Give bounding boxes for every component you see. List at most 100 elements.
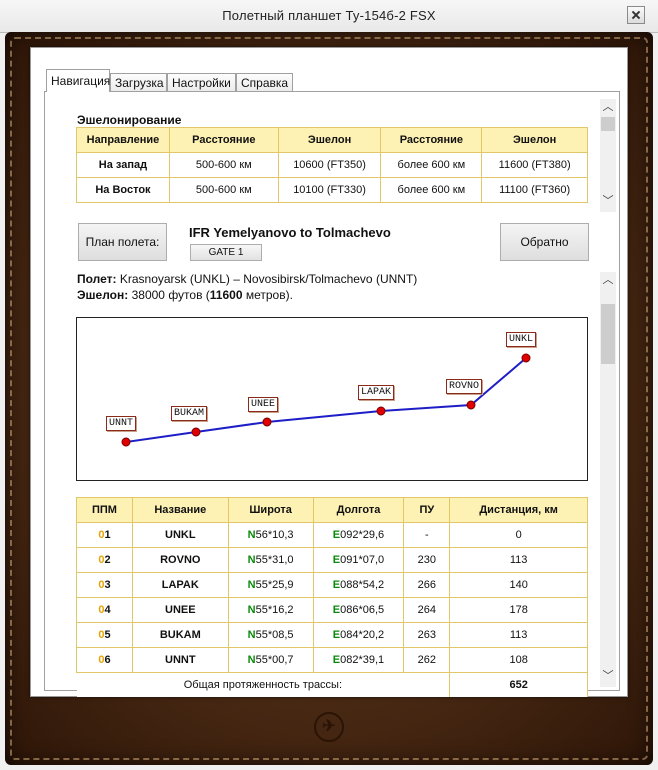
latitude: N55*16,2 <box>227 597 314 623</box>
flight-label: Полет: <box>77 272 117 286</box>
window-title: Полетный планшет Ту-154б-2 FSX <box>222 8 436 23</box>
close-icon[interactable] <box>627 6 645 24</box>
distance: 113 <box>449 622 588 648</box>
echelon-feet: 38000 футов ( <box>131 288 210 302</box>
scroll-thumb[interactable] <box>601 304 615 364</box>
col-header: Долгота <box>312 497 405 523</box>
longitude: E084*20,2 <box>312 622 405 648</box>
table-row: 03 LAPAK N55*25,9 E088*54,2 266 140 <box>76 572 588 598</box>
waypoint-marker-unee <box>262 417 272 427</box>
lon-value: 091*07,0 <box>340 554 385 566</box>
lon-value: 084*20,2 <box>340 629 385 641</box>
waypoint-name: BUKAM <box>131 622 229 648</box>
waypoint-marker-unnt <box>121 437 131 447</box>
chevron-up-icon[interactable]: ︿ <box>600 99 616 115</box>
flight-info: Полет: Krasnoyarsk (UNKL) – Novosibirsk/… <box>77 272 417 286</box>
lon-value: 092*29,6 <box>340 529 385 541</box>
echelon-scrollbar[interactable]: ︿ ﹀ <box>600 99 616 212</box>
table-cell: На запад <box>76 152 170 178</box>
echelon-label: Эшелон: <box>77 288 129 302</box>
col-header: Расстояние <box>380 127 483 153</box>
lat-value: 55*08,5 <box>255 629 294 641</box>
number-digit: 5 <box>104 629 111 641</box>
course: 264 <box>403 597 451 623</box>
lat-value: 55*25,9 <box>255 579 294 591</box>
latitude: N55*31,0 <box>227 547 314 573</box>
waypoint-label: UNEE <box>248 397 279 412</box>
lon-prefix: E <box>332 654 341 666</box>
lon-prefix: E <box>332 629 341 641</box>
course: 262 <box>403 647 451 673</box>
number-digit: 3 <box>104 579 111 591</box>
waypoint-label: BUKAM <box>171 406 208 421</box>
col-header: ПУ <box>403 497 451 523</box>
lat-value: 55*00,7 <box>255 654 294 666</box>
course: 266 <box>403 572 451 598</box>
col-header: Широта <box>227 497 314 523</box>
number-digit: 6 <box>104 654 111 666</box>
distance: 178 <box>449 597 588 623</box>
waypoints-table: ППМ Название Широта Долгота ПУ Дистанция… <box>76 497 588 697</box>
tablet-panel: Навигация Загрузка Настройки Справка Эше… <box>30 47 628 697</box>
reverse-button[interactable]: Обратно <box>500 223 589 261</box>
chevron-up-icon[interactable]: ︿ <box>600 272 616 288</box>
echelon-meters: 11600 <box>209 288 243 302</box>
waypoint-marker-lapak <box>376 406 386 416</box>
number-digit: 2 <box>104 554 111 566</box>
number-digit: 4 <box>104 604 111 616</box>
table-row: На Восток 500-600 км 10100 (FT330) более… <box>76 177 588 203</box>
lat-value: 56*10,3 <box>255 529 294 541</box>
chevron-down-icon[interactable]: ﹀ <box>600 193 616 209</box>
col-header: ППМ <box>76 497 133 523</box>
tab-settings[interactable]: Настройки <box>167 73 236 91</box>
waypoint-number: 01 <box>76 522 133 548</box>
waypoint-label: ROVNO <box>446 379 483 394</box>
col-header: Название <box>131 497 229 523</box>
waypoint-number: 05 <box>76 622 133 648</box>
flight-plan-button[interactable]: План полета: <box>78 223 167 261</box>
scroll-thumb[interactable] <box>601 117 615 131</box>
distance: 0 <box>449 522 588 548</box>
table-cell: 11600 (FT380) <box>481 152 588 178</box>
course: 263 <box>403 622 451 648</box>
tab-navigation[interactable]: Навигация <box>46 69 110 92</box>
tab-help[interactable]: Справка <box>236 73 293 91</box>
table-row: 04 UNEE N55*16,2 E086*06,5 264 178 <box>76 597 588 623</box>
col-header: Эшелон <box>481 127 588 153</box>
lat-prefix: N <box>247 629 256 641</box>
col-header: Расстояние <box>168 127 279 153</box>
total-value: 652 <box>449 672 588 697</box>
table-cell: более 600 км <box>380 177 483 203</box>
waypoint-label: UNNT <box>106 416 137 431</box>
flight-value: Krasnoyarsk (UNKL) – Novosibirsk/Tolmach… <box>119 272 418 286</box>
route-title: IFR Yemelyanovo to Tolmachevo <box>189 225 391 240</box>
distance: 108 <box>449 647 588 673</box>
number-digit: 1 <box>104 529 111 541</box>
latitude: N55*00,7 <box>227 647 314 673</box>
echelon-info: Эшелон: 38000 футов (11600 метров). <box>77 288 293 302</box>
lat-prefix: N <box>247 529 256 541</box>
table-cell: более 600 км <box>380 152 483 178</box>
lon-value: 088*54,2 <box>340 579 385 591</box>
lat-value: 55*16,2 <box>255 604 294 616</box>
longitude: E092*29,6 <box>312 522 405 548</box>
latitude: N56*10,3 <box>227 522 314 548</box>
table-row: 02 ROVNO N55*31,0 E091*07,0 230 113 <box>76 547 588 573</box>
route-map: UNNT BUKAM UNEE LAPAK ROVNO UNKL <box>76 317 588 481</box>
longitude: E086*06,5 <box>312 597 405 623</box>
route-line <box>125 357 527 443</box>
waypoint-name: UNNT <box>131 647 229 673</box>
waypoint-label: LAPAK <box>358 385 395 400</box>
lon-value: 082*39,1 <box>340 654 385 666</box>
table-header-row: Направление Расстояние Эшелон Расстояние… <box>76 127 588 153</box>
table-cell: 11100 (FT360) <box>481 177 588 203</box>
gate-selector[interactable]: GATE 1 <box>190 244 262 261</box>
lat-prefix: N <box>247 554 256 566</box>
waypoint-marker-bukam <box>191 427 201 437</box>
chevron-down-icon[interactable]: ﹀ <box>600 668 616 684</box>
waypoint-number: 03 <box>76 572 133 598</box>
logo-emblem: ✈ <box>314 712 344 742</box>
tab-loading[interactable]: Загрузка <box>110 73 167 91</box>
lon-prefix: E <box>332 604 341 616</box>
main-scrollbar[interactable]: ︿ ﹀ <box>600 272 616 687</box>
